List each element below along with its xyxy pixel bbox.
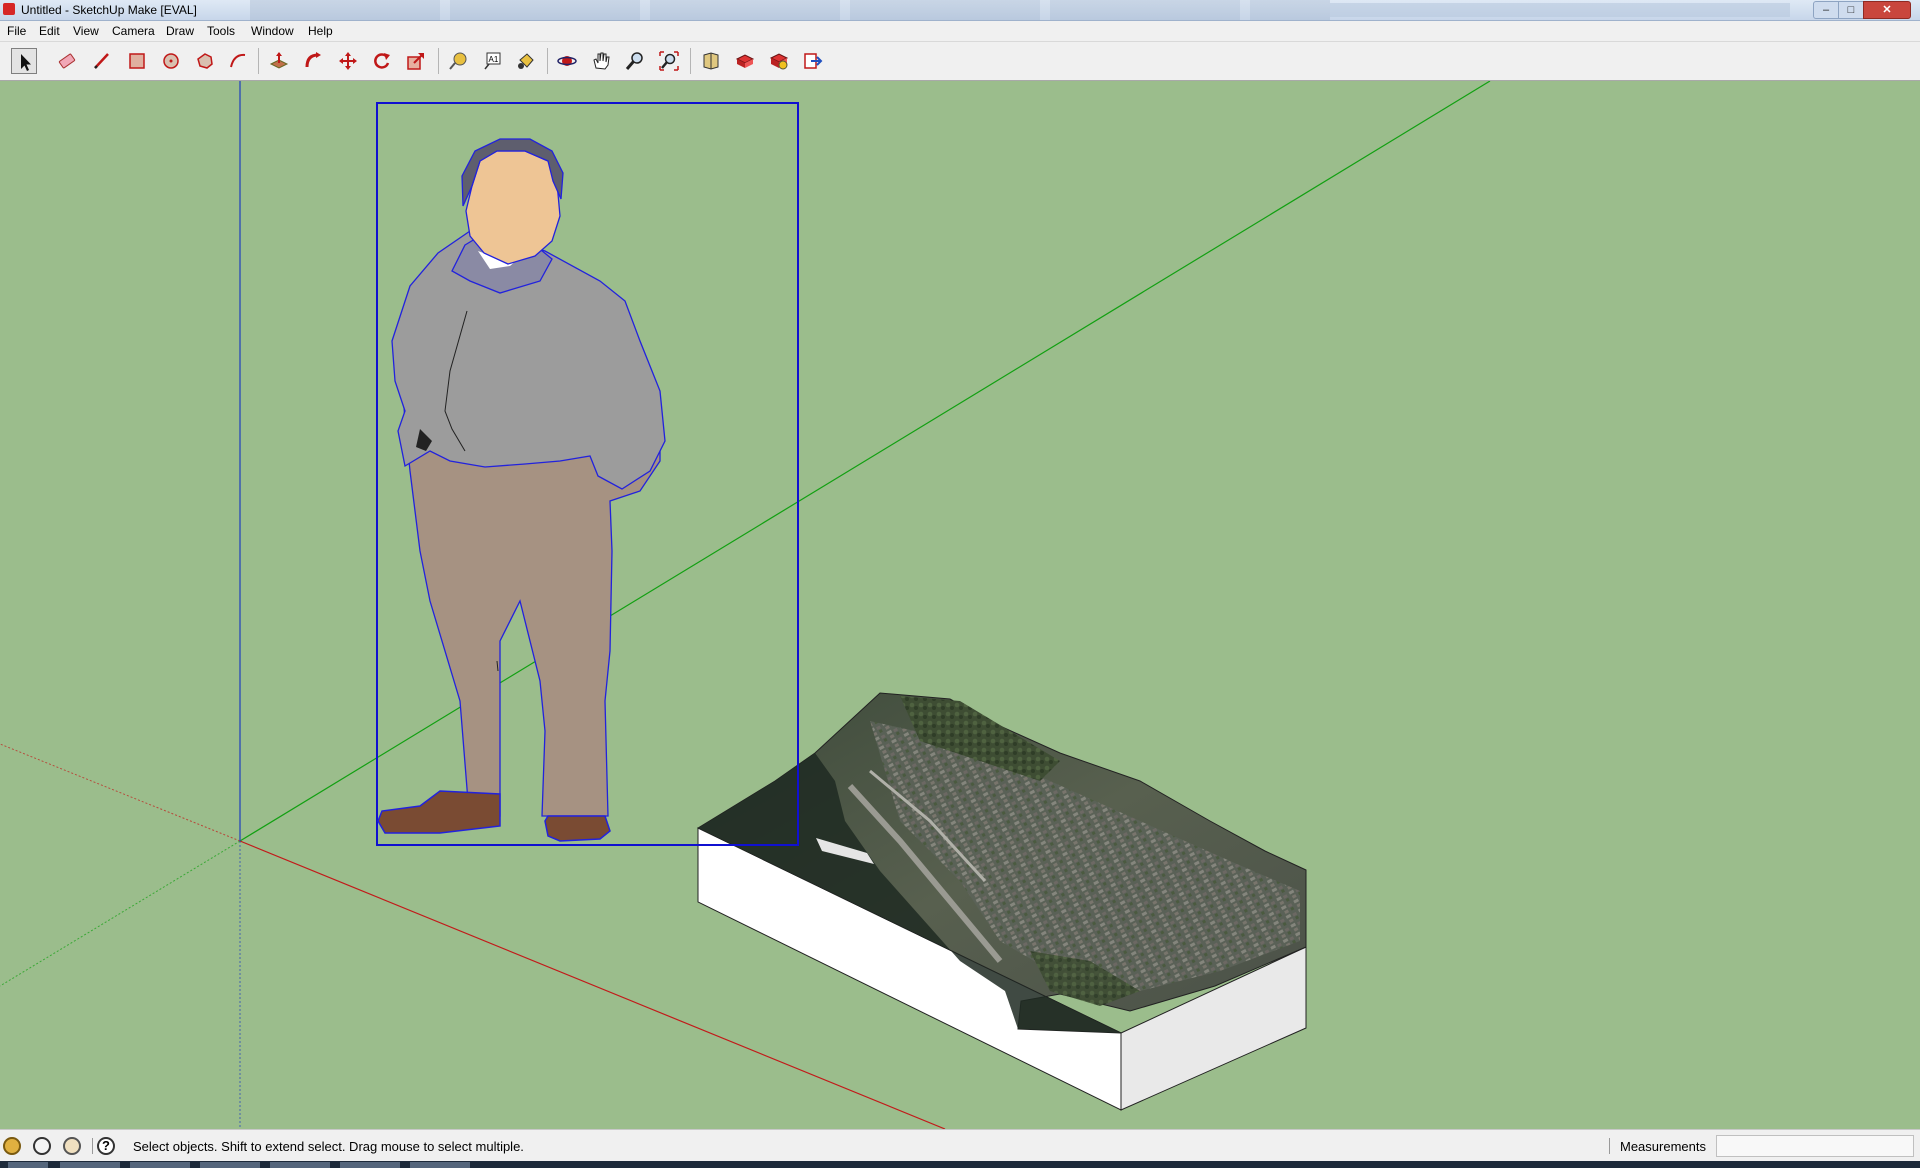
- select-tool-button[interactable]: [11, 48, 37, 74]
- taskbar-item[interactable]: [340, 1162, 400, 1168]
- text-icon: A1: [484, 52, 501, 70]
- green-axis-negative: [0, 840, 241, 987]
- menu-view[interactable]: View: [73, 24, 99, 38]
- scale-icon: [407, 53, 424, 70]
- user-icon[interactable]: [63, 1137, 81, 1155]
- menu-edit[interactable]: Edit: [39, 24, 60, 38]
- rotate-icon: [374, 53, 390, 69]
- warehouse-tool-button[interactable]: [698, 48, 724, 74]
- follow-me-tool-button[interactable]: [300, 48, 326, 74]
- paint-bucket-icon: [518, 53, 534, 69]
- geo-location-icon[interactable]: [3, 1137, 21, 1155]
- menu-help[interactable]: Help: [308, 24, 333, 38]
- start-button[interactable]: [8, 1162, 48, 1168]
- send-to-layout-tool-button[interactable]: [800, 48, 826, 74]
- help-icon[interactable]: ?: [97, 1137, 115, 1155]
- os-taskbar: [0, 1161, 1920, 1168]
- toolbar-separator: [438, 48, 439, 74]
- pan-tool-button[interactable]: [588, 48, 614, 74]
- zoom-extents-icon: [659, 51, 679, 71]
- polygon-tool-button[interactable]: [192, 48, 218, 74]
- menu-window[interactable]: Window: [251, 24, 294, 38]
- taskbar-item[interactable]: [270, 1162, 330, 1168]
- text-tool-glyph: A1: [489, 55, 499, 64]
- extension-warehouse-icon: [769, 53, 789, 70]
- arrow-cursor-icon: [21, 54, 31, 71]
- menu-bar: File Edit View Camera Draw Tools Window …: [0, 21, 1920, 42]
- line-tool-button[interactable]: [89, 48, 115, 74]
- taskbar-item[interactable]: [130, 1162, 190, 1168]
- zoom-extents-tool-button[interactable]: [656, 48, 682, 74]
- status-message: Select objects. Shift to extend select. …: [133, 1139, 524, 1154]
- push-pull-tool-button[interactable]: [266, 48, 292, 74]
- minimize-button[interactable]: –: [1813, 1, 1839, 19]
- terrain-model[interactable]: [696, 692, 1307, 1111]
- menu-draw[interactable]: Draw: [166, 24, 194, 38]
- scale-tool-button[interactable]: [403, 48, 429, 74]
- text-tool-button[interactable]: A1: [479, 48, 505, 74]
- minimize-icon: –: [1822, 4, 1830, 16]
- circle-tool-button[interactable]: [158, 48, 184, 74]
- arc-icon: [230, 53, 246, 68]
- toolbar-separator: [690, 48, 691, 74]
- credits-icon[interactable]: [33, 1137, 51, 1155]
- hand-icon: [593, 52, 610, 70]
- toolbar-separator: [547, 48, 548, 74]
- push-pull-icon: [269, 52, 289, 69]
- rectangle-icon: [129, 53, 145, 69]
- orbit-icon: [557, 56, 577, 66]
- person-left-shoe: [377, 790, 501, 834]
- maximize-icon: □: [1847, 4, 1855, 16]
- taskbar-item[interactable]: [410, 1162, 470, 1168]
- status-separator: [92, 1138, 93, 1154]
- extension-warehouse-tool-button[interactable]: [766, 48, 792, 74]
- taskbar-item[interactable]: [60, 1162, 120, 1168]
- pencil-icon: [94, 53, 109, 69]
- toolbar: A1: [0, 42, 1920, 81]
- arc-tool-button[interactable]: [225, 48, 251, 74]
- window-title: Untitled - SketchUp Make [EVAL]: [21, 3, 197, 17]
- magnifier-icon: [625, 52, 643, 70]
- menu-tools[interactable]: Tools: [207, 24, 235, 38]
- taskbar-item[interactable]: [200, 1162, 260, 1168]
- title-bar: Untitled - SketchUp Make [EVAL] – □ ✕: [0, 0, 1920, 21]
- eraser-tool-button[interactable]: [54, 48, 80, 74]
- close-icon: ✕: [1882, 4, 1892, 16]
- close-button[interactable]: ✕: [1863, 1, 1911, 19]
- polygon-icon: [197, 53, 213, 69]
- modeling-viewport[interactable]: [0, 81, 1920, 1129]
- toolbar-separator: [258, 48, 259, 74]
- maximize-button[interactable]: □: [1838, 1, 1864, 19]
- eraser-icon: [58, 53, 76, 69]
- person-right-shoe: [544, 815, 611, 842]
- circle-icon: [163, 53, 179, 69]
- paint-bucket-tool-button[interactable]: [513, 48, 539, 74]
- status-bar: ? Select objects. Shift to extend select…: [0, 1129, 1920, 1162]
- share-model-tool-button[interactable]: [732, 48, 758, 74]
- rectangle-tool-button[interactable]: [124, 48, 150, 74]
- zoom-tool-button[interactable]: [622, 48, 648, 74]
- move-tool-button[interactable]: [335, 48, 361, 74]
- tape-measure-icon: [449, 52, 467, 70]
- person-face: [465, 150, 561, 265]
- orbit-tool-button[interactable]: [554, 48, 580, 74]
- background-browser-tabs: [250, 0, 1330, 20]
- person-component[interactable]: [376, 102, 799, 846]
- move-icon: [339, 52, 357, 70]
- 3d-warehouse-icon: [703, 52, 719, 70]
- menu-camera[interactable]: Camera: [112, 24, 155, 38]
- send-to-layout-icon: [804, 53, 823, 69]
- share-model-icon: [735, 54, 755, 68]
- rotate-tool-button[interactable]: [369, 48, 395, 74]
- measurements-label: Measurements: [1620, 1139, 1706, 1154]
- tape-measure-tool-button[interactable]: [445, 48, 471, 74]
- measurements-separator: [1609, 1138, 1610, 1154]
- measurements-input[interactable]: [1716, 1135, 1914, 1157]
- follow-me-icon: [305, 52, 321, 68]
- background-search-field: [1330, 3, 1790, 17]
- menu-file[interactable]: File: [7, 24, 26, 38]
- red-axis-negative: [0, 743, 241, 842]
- sketchup-logo-icon: [3, 3, 15, 15]
